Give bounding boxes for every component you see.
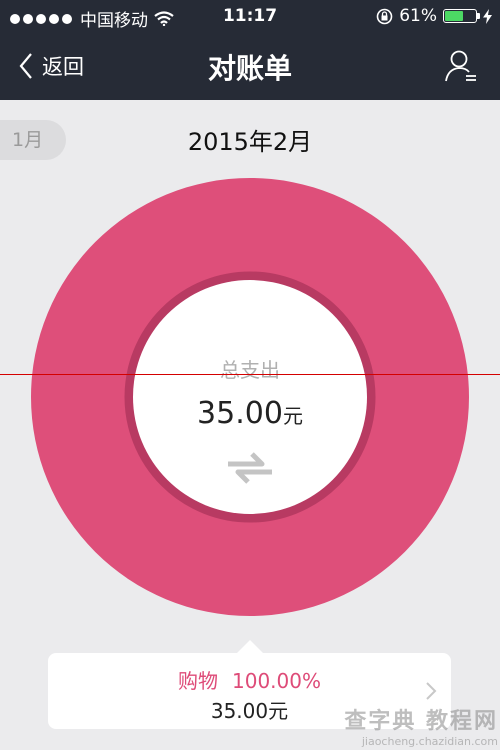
category-name: 购物 [178,669,218,693]
card-pointer [236,640,264,654]
total-amount-value: 35.00 [197,396,283,431]
nav-bar: 返回 对账单 [0,33,500,100]
battery-icon [443,9,480,23]
status-right: 61% [376,6,492,26]
red-guide-line [0,374,500,375]
total-expense-label: 总支出 [220,358,280,382]
user-menu-icon[interactable] [444,49,478,83]
chevron-right-icon[interactable] [425,681,437,701]
category-row: 购物 100.00% [48,665,451,694]
status-bar: 中国移动 11:17 61% [0,0,500,33]
swap-icon[interactable] [226,450,274,486]
total-amount-unit: 元 [282,404,303,428]
watermark: 查字典 教程网 jiaocheng.chazidian.com [344,703,498,748]
charging-icon [483,8,492,24]
lock-rotation-icon [376,8,393,24]
total-expense-amount: 35.00元 [0,396,500,431]
current-month-title: 2015年2月 [187,128,313,156]
battery-fill [445,11,463,21]
page-title: 对账单 [207,52,292,85]
header: 中国移动 11:17 61% 返回 对账单 [0,0,500,100]
battery-percent: 61% [399,6,437,26]
watermark-url: jiaocheng.chazidian.com [361,735,498,748]
category-percent: 100.00% [232,669,321,693]
watermark-title: 查字典 教程网 [344,709,498,734]
